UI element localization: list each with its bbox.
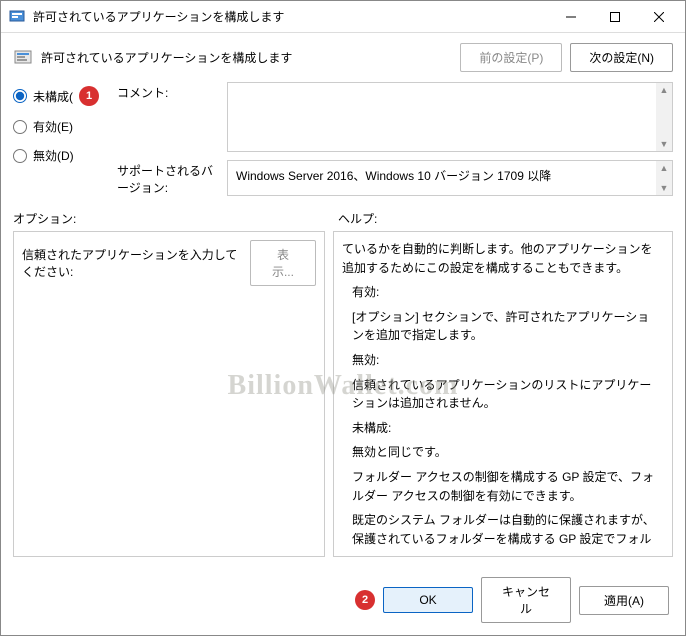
radio-disabled[interactable]: 無効(D) [13, 147, 103, 164]
trusted-apps-label: 信頼されたアプリケーションを入力してください: [22, 246, 242, 280]
radio-not-configured-label: 未構成( [33, 88, 73, 105]
policy-icon [13, 48, 33, 68]
scrollbar[interactable]: ▲▼ [656, 83, 672, 151]
show-button[interactable]: 表示... [250, 240, 316, 286]
radio-not-configured[interactable]: 未構成( 1 [13, 86, 103, 106]
footer: 2 OK キャンセル 適用(A) [1, 567, 685, 635]
supported-text-box: Windows Server 2016、Windows 10 バージョン 170… [227, 160, 673, 196]
help-t: 未構成: [352, 419, 658, 438]
badge-1: 1 [79, 86, 99, 106]
comment-label: コメント: [117, 82, 217, 152]
supported-label: サポートされるバージョン: [117, 160, 217, 196]
apply-button[interactable]: 適用(A) [579, 586, 669, 615]
options-panel: 信頼されたアプリケーションを入力してください: 表示... [13, 231, 325, 557]
help-t: 無効: [352, 351, 658, 370]
radio-enabled-input[interactable] [13, 120, 27, 134]
help-p: [オプション] セクションで、許可されたアプリケーションを追加で指定します。 [352, 308, 658, 345]
header-title: 許可されているアプリケーションを構成します [41, 49, 452, 66]
help-p: 信頼されているアプリケーションのリストにアプリケーションは追加されません。 [352, 376, 658, 413]
minimize-button[interactable] [549, 3, 593, 31]
badge-2: 2 [355, 590, 375, 610]
maximize-button[interactable] [593, 3, 637, 31]
app-icon [9, 9, 25, 25]
next-setting-button[interactable]: 次の設定(N) [570, 43, 673, 72]
prev-setting-button[interactable]: 前の設定(P) [460, 43, 562, 72]
radio-disabled-label: 無効(D) [33, 147, 74, 164]
help-p: 既定のシステム フォルダーは自動的に保護されますが、保護されているフォルダーを構… [352, 511, 658, 548]
help-p: ているかを自動的に判断します。他のアプリケーションを追加するためにこの設定を構成… [342, 240, 658, 277]
window-title: 許可されているアプリケーションを構成します [33, 8, 549, 25]
comment-textarea[interactable]: ▲▼ [227, 82, 673, 152]
cancel-button[interactable]: キャンセル [481, 577, 571, 623]
radio-enabled-label: 有効(E) [33, 118, 73, 135]
titlebar: 許可されているアプリケーションを構成します [1, 1, 685, 33]
help-text[interactable]: ているかを自動的に判断します。他のアプリケーションを追加するためにこの設定を構成… [342, 240, 664, 548]
ok-button[interactable]: OK [383, 587, 473, 613]
scrollbar[interactable]: ▲▼ [656, 161, 672, 195]
radio-not-configured-input[interactable] [13, 89, 27, 103]
radio-enabled[interactable]: 有効(E) [13, 118, 103, 135]
radio-disabled-input[interactable] [13, 149, 27, 163]
close-button[interactable] [637, 3, 681, 31]
help-p: 無効と同じです。 [352, 443, 658, 462]
options-heading: オプション: [13, 210, 318, 227]
help-heading: ヘルプ: [338, 210, 377, 227]
state-radios: 未構成( 1 有効(E) 無効(D) [13, 82, 103, 196]
help-panel: ているかを自動的に判断します。他のアプリケーションを追加するためにこの設定を構成… [333, 231, 673, 557]
help-p: フォルダー アクセスの制御を構成する GP 設定で、フォルダー アクセスの制御を… [352, 468, 658, 505]
header: 許可されているアプリケーションを構成します 前の設定(P) 次の設定(N) [1, 33, 685, 82]
help-t: 有効: [352, 283, 658, 302]
supported-text: Windows Server 2016、Windows 10 バージョン 170… [236, 169, 551, 183]
